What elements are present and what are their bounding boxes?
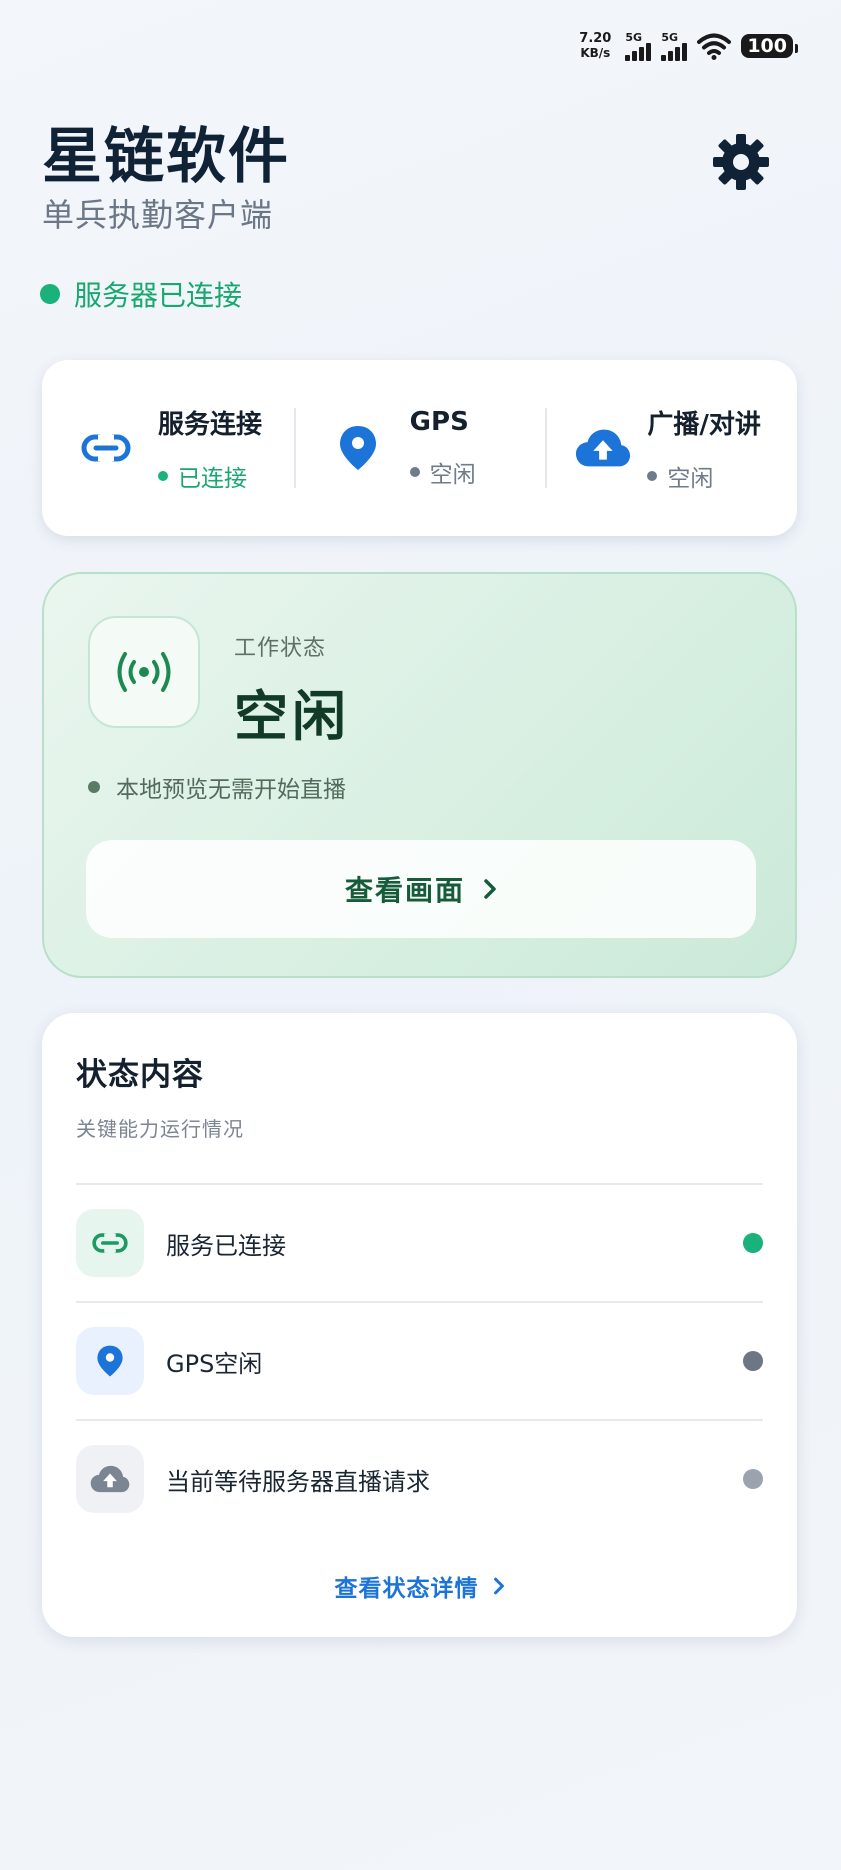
connection-text: 服务器已连接 <box>74 279 243 312</box>
network-speed-value: 7.20 <box>579 31 612 46</box>
connected-dot <box>40 284 60 304</box>
list-item-label: GPS空闲 <box>166 1349 263 1378</box>
battery-indicator: 100 <box>741 34 798 58</box>
quick-item-title: GPS <box>409 407 469 437</box>
chevron-right-icon <box>484 879 496 899</box>
quick-item-state: 空闲 <box>429 462 476 488</box>
status-bar: 7.20 KB/s 5G 5G 100 <box>575 26 798 66</box>
view-screen-button[interactable]: 查看画面 <box>86 840 756 938</box>
status-dot <box>158 470 168 481</box>
list-item-icon-box <box>76 1445 144 1513</box>
work-status-value: 空闲 <box>234 685 350 748</box>
network-speed: 7.20 KB/s <box>575 31 615 61</box>
view-screen-label: 查看画面 <box>344 874 465 907</box>
gear-icon[interactable] <box>711 132 771 192</box>
list-item-icon-box <box>76 1327 144 1395</box>
quick-item-title: 服务连接 <box>158 409 263 440</box>
status-dot <box>743 1469 763 1489</box>
work-status-note-text: 本地预览无需开始直播 <box>116 777 346 803</box>
sim1-label: 5G <box>625 31 643 44</box>
location-pin-icon <box>97 1345 123 1377</box>
list-item[interactable]: 服务已连接 <box>76 1183 763 1301</box>
view-status-details-label: 查看状态详情 <box>334 1576 479 1602</box>
sim2-label: 5G <box>661 31 679 44</box>
quick-status-card: 服务连接 已连接 GPS 空闲 广播/对讲 空闲 <box>42 360 797 536</box>
work-status-label: 工作状态 <box>234 636 327 661</box>
cloud-upload-icon <box>90 1465 130 1493</box>
quick-item-state: 空闲 <box>667 465 714 492</box>
quick-item-broadcast[interactable]: 广播/对讲 空闲 <box>545 360 797 536</box>
signal-icon: 5G <box>625 31 652 61</box>
status-dot <box>743 1351 763 1371</box>
list-item-icon-box <box>76 1209 144 1277</box>
wifi-icon <box>697 33 732 60</box>
status-content-card: 状态内容 关键能力运行情况 服务已连接 GPS空闲 当前等待服务器直播请求 查看… <box>42 1013 797 1637</box>
status-dot <box>409 467 420 477</box>
network-speed-unit: KB/s <box>580 46 611 60</box>
quick-item-title: 广播/对讲 <box>647 409 761 440</box>
server-connection-status: 服务器已连接 <box>40 274 242 314</box>
app-title: 星链软件 <box>42 122 290 192</box>
location-pin-icon <box>339 426 376 470</box>
status-content-subtitle: 关键能力运行情况 <box>76 1117 244 1141</box>
status-dot <box>647 470 658 481</box>
view-status-details-link[interactable]: 查看状态详情 <box>42 1569 797 1603</box>
link-icon <box>81 434 131 462</box>
note-dot <box>88 781 100 793</box>
work-status-icon-box <box>88 616 200 728</box>
link-icon <box>92 1233 128 1253</box>
broadcast-icon <box>117 652 171 692</box>
quick-item-state: 已连接 <box>178 465 247 492</box>
quick-item-service[interactable]: 服务连接 已连接 <box>42 360 294 536</box>
cloud-upload-icon <box>576 429 631 467</box>
chevron-right-icon <box>493 1577 504 1595</box>
list-item-label: 当前等待服务器直播请求 <box>166 1467 430 1496</box>
work-status-card: 工作状态 空闲 本地预览无需开始直播 查看画面 <box>42 572 797 978</box>
work-status-note: 本地预览无需开始直播 <box>88 770 346 804</box>
status-dot <box>743 1233 763 1253</box>
status-list: 服务已连接 GPS空闲 当前等待服务器直播请求 <box>76 1183 763 1537</box>
list-item[interactable]: GPS空闲 <box>76 1301 763 1419</box>
quick-item-gps[interactable]: GPS 空闲 <box>293 360 546 536</box>
status-content-title: 状态内容 <box>76 1057 204 1093</box>
list-item[interactable]: 当前等待服务器直播请求 <box>76 1419 763 1537</box>
list-item-label: 服务已连接 <box>166 1231 286 1260</box>
signal-icon-2: 5G <box>661 31 688 61</box>
app-subtitle: 单兵执勤客户端 <box>42 196 274 234</box>
